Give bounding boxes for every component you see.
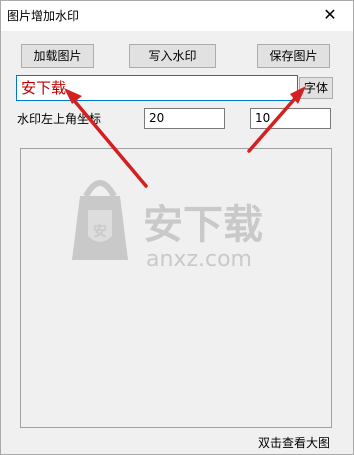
write-watermark-button[interactable]: 写入水印	[129, 44, 216, 68]
view-large-hint: 双击查看大图	[258, 436, 331, 450]
close-icon: ✕	[323, 5, 337, 24]
close-button[interactable]: ✕	[307, 1, 353, 31]
window-title: 图片增加水印	[7, 9, 80, 23]
watermark-text-input[interactable]: 安下载	[16, 75, 298, 101]
coordinates-label: 水印左上角坐标	[17, 112, 102, 126]
title-bar: 图片增加水印 ✕	[1, 1, 353, 31]
save-image-button[interactable]: 保存图片	[257, 44, 330, 68]
image-preview[interactable]	[20, 148, 332, 428]
font-button[interactable]: 字体	[299, 77, 333, 99]
x-coordinate-input[interactable]: 20	[144, 108, 225, 129]
y-coordinate-input[interactable]: 10	[250, 108, 331, 129]
app-window: 图片增加水印 ✕ 加载图片 写入水印 保存图片 安下载 字体 水印左上角坐标 2…	[0, 0, 354, 455]
load-image-button[interactable]: 加载图片	[21, 44, 94, 68]
